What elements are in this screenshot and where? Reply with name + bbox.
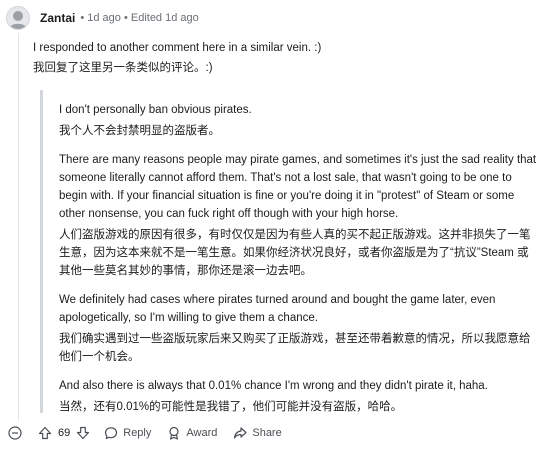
avatar-icon bbox=[9, 11, 27, 29]
upvote-icon[interactable] bbox=[38, 426, 52, 440]
quote-p3-cn: 我们确实遇到过一些盗版玩家后来又购买了正版游戏，甚至还带着歉意的情况，所以我愿意… bbox=[59, 333, 531, 363]
collapse-button[interactable] bbox=[8, 426, 22, 440]
comment-actions: 69 Reply Award Share bbox=[8, 421, 298, 445]
comment-header: Zantai • 1d ago • Edited 1d ago bbox=[6, 5, 199, 31]
share-button[interactable]: Share bbox=[233, 426, 282, 440]
collapse-icon bbox=[8, 426, 22, 440]
avatar[interactable] bbox=[6, 6, 30, 30]
comment-body: I responded to another comment here in a… bbox=[33, 38, 538, 78]
quote-p4-en: And also there is always that 0.01% chan… bbox=[59, 380, 488, 392]
reply-icon bbox=[105, 427, 118, 439]
quote-p1-cn: 我个人不会封禁明显的盗版者。 bbox=[59, 125, 220, 137]
downvote-icon[interactable] bbox=[76, 426, 90, 440]
comment-text-en: I responded to another comment here in a… bbox=[33, 42, 322, 54]
reply-label: Reply bbox=[123, 427, 152, 439]
blockquote: I don't personally ban obvious pirates. … bbox=[40, 90, 540, 413]
thread-line[interactable] bbox=[18, 33, 19, 421]
comment-text-cn: 我回复了这里另一条类似的评论。:) bbox=[33, 62, 213, 74]
quote-p2-en: There are many reasons people may pirate… bbox=[59, 154, 537, 220]
share-label: Share bbox=[252, 427, 282, 439]
vote-count: 69 bbox=[58, 427, 71, 439]
award-icon bbox=[169, 426, 179, 440]
author-name[interactable]: Zantai bbox=[40, 11, 75, 25]
comment-meta: • 1d ago • Edited 1d ago bbox=[80, 12, 199, 24]
quote-p3-en: We definitely had cases where pirates tu… bbox=[59, 294, 496, 324]
quote-p4-cn: 当然，还有0.01%的可能性是我错了，他们可能并没有盗版，哈哈。 bbox=[59, 401, 403, 413]
quote-p1-en: I don't personally ban obvious pirates. bbox=[59, 104, 252, 116]
quote-p2-cn: 人们盗版游戏的原因有很多，有时仅仅是因为有些人真的买不起正版游戏。这并非损失了一… bbox=[59, 229, 531, 277]
award-button[interactable]: Award bbox=[167, 426, 217, 440]
vote-controls: 69 bbox=[38, 426, 90, 440]
award-label: Award bbox=[186, 427, 218, 439]
share-icon bbox=[234, 427, 247, 439]
reply-button[interactable]: Reply bbox=[104, 426, 151, 440]
